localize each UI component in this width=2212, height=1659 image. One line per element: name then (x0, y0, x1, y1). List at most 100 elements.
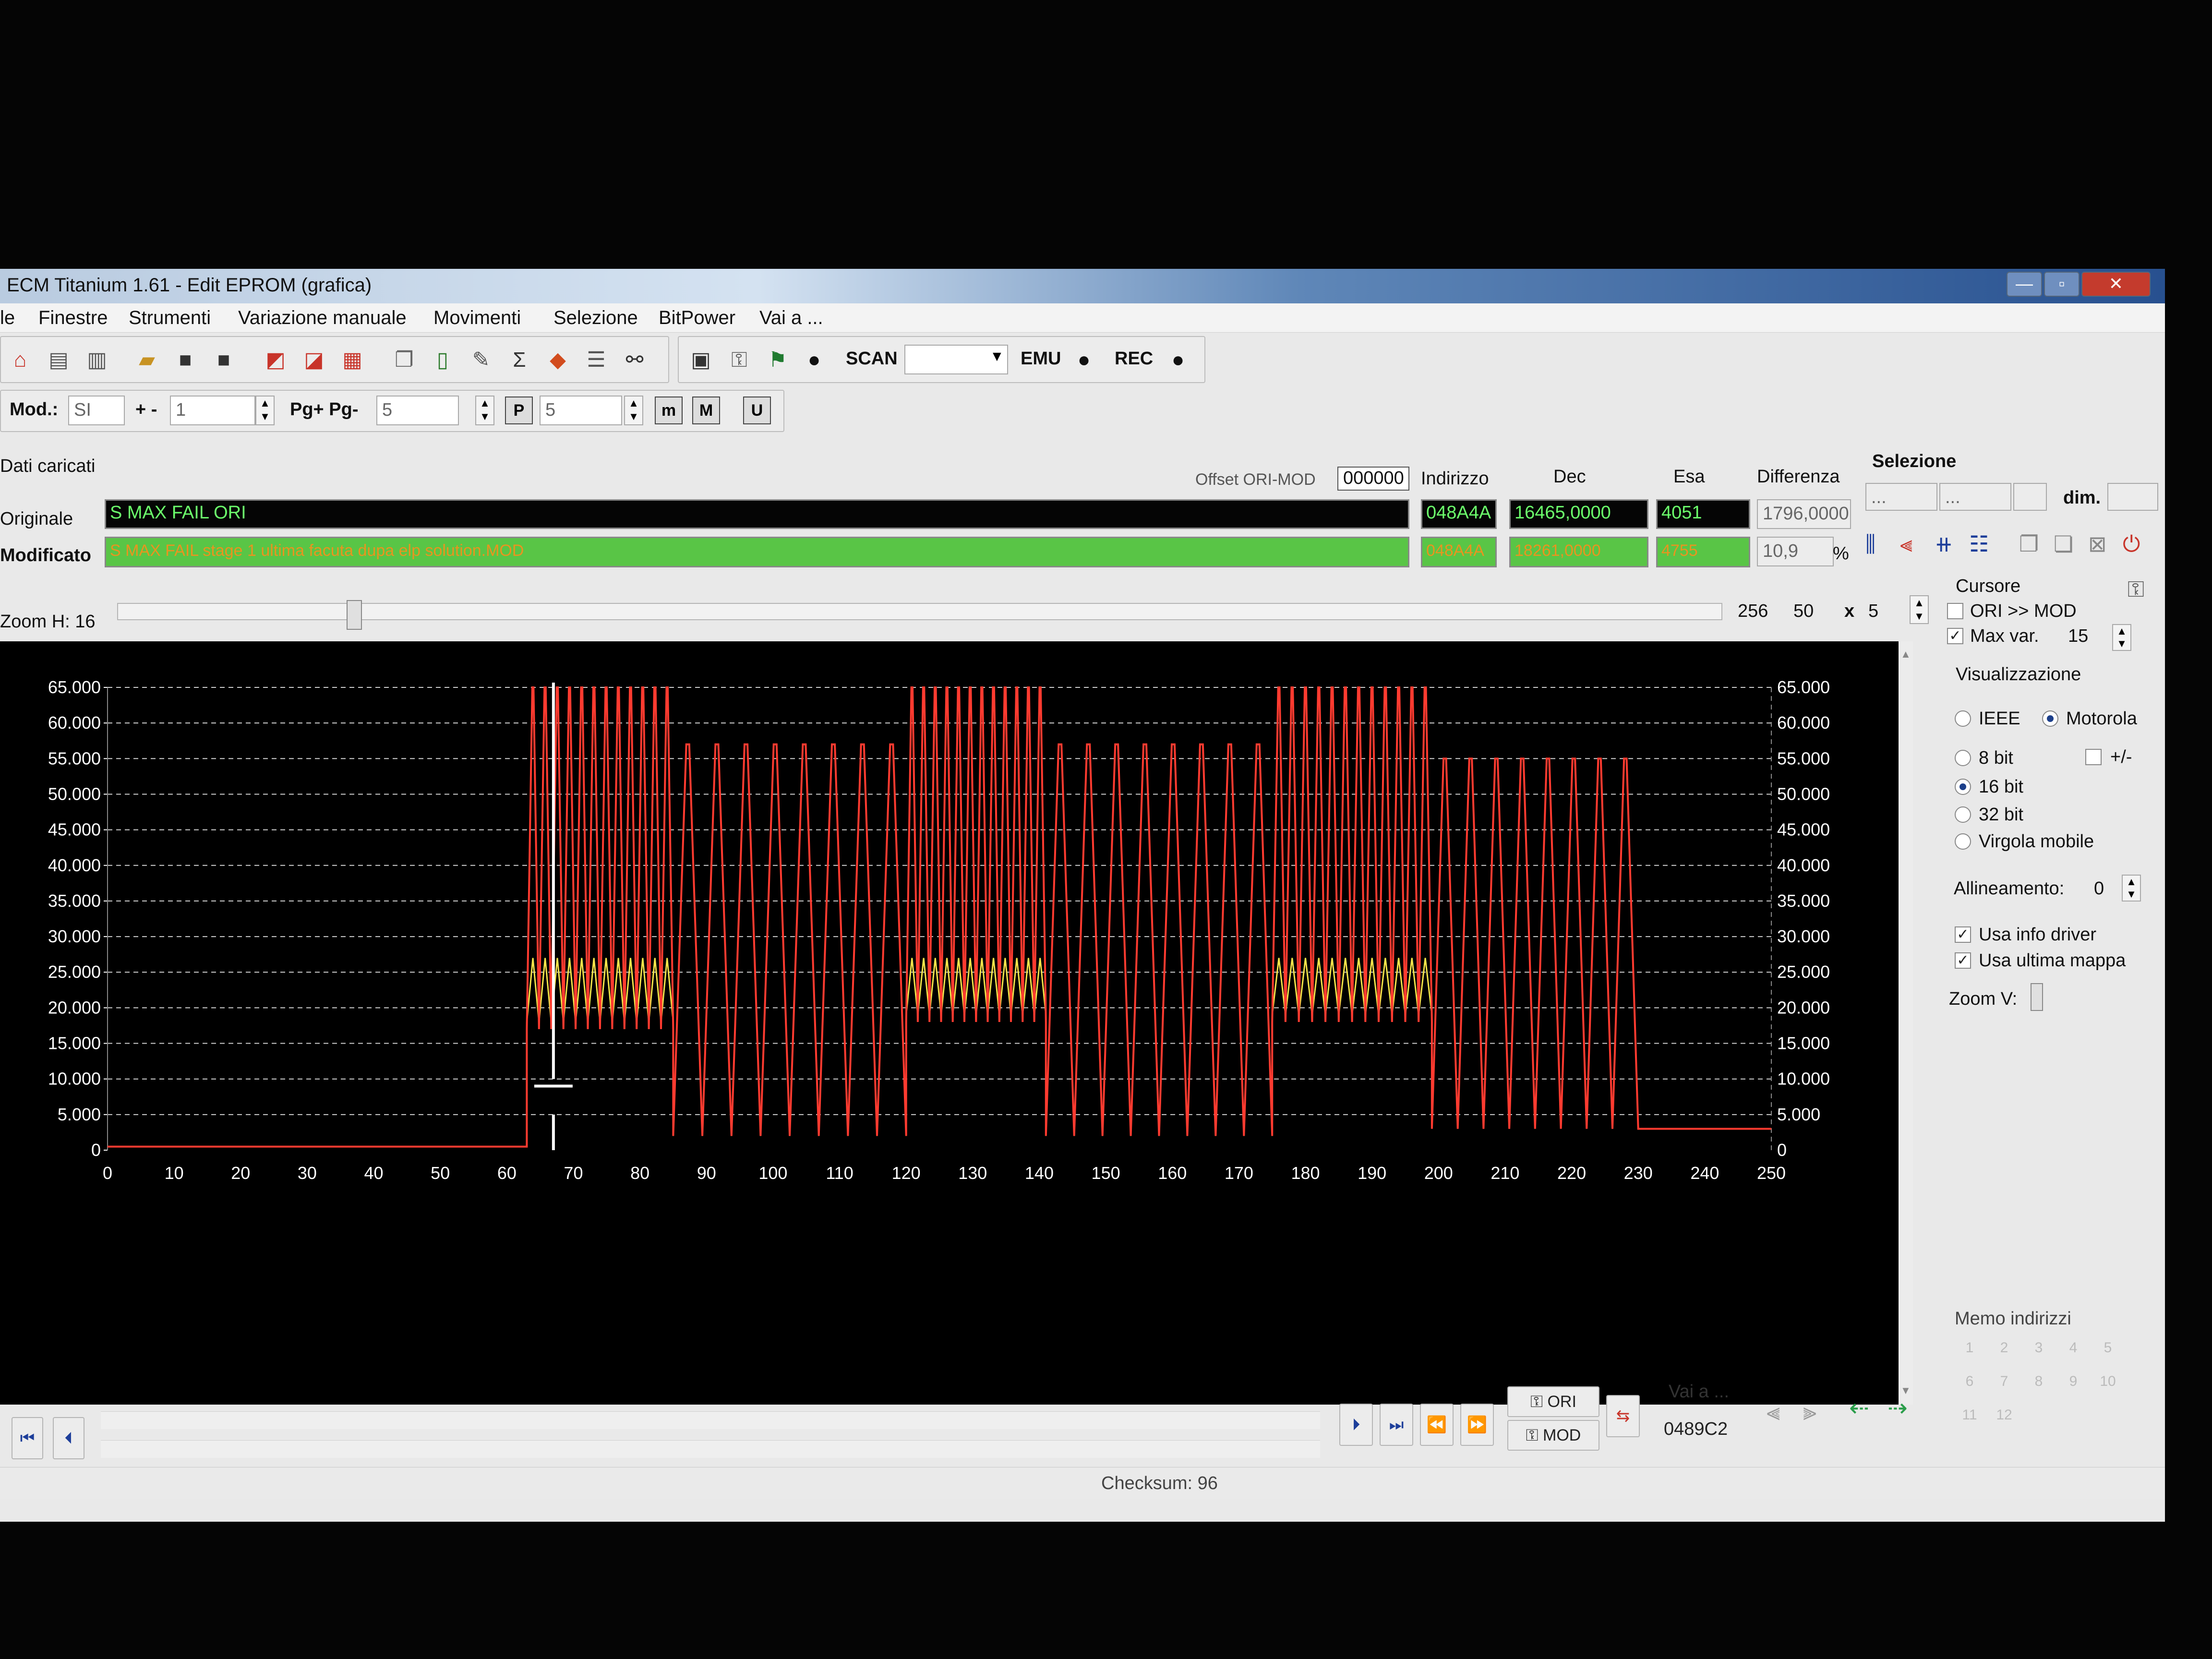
select-range-icon[interactable]: ⫼ (1865, 531, 1875, 558)
rec-dot-icon[interactable]: ● (1166, 348, 1190, 373)
select-equal-icon[interactable]: ☷ (1969, 531, 1989, 557)
last-page-button[interactable]: ⏭ (1380, 1404, 1413, 1446)
select-left-icon[interactable]: ⫷ (1900, 531, 1912, 558)
horizontal-scrollbar-2[interactable] (101, 1440, 1320, 1458)
zoom-h-slider-thumb[interactable] (347, 600, 362, 630)
memo-button-10[interactable]: 10 (2093, 1368, 2123, 1395)
window-icon[interactable]: ▥ (84, 348, 109, 373)
memo-button-6[interactable]: 6 (1955, 1368, 1984, 1395)
menu-variazione-manuale[interactable]: Variazione manuale (238, 307, 407, 329)
bit16-radio[interactable] (1955, 779, 1971, 795)
binoculars-icon[interactable]: ⚯ (622, 348, 647, 373)
menu-file[interactable]: le (0, 307, 15, 329)
menu-selezione[interactable]: Selezione (553, 307, 638, 329)
chip-icon[interactable]: ▣ (688, 348, 713, 373)
sum-icon[interactable]: Σ (507, 348, 532, 373)
mark-right-icon[interactable]: ⇢ (1887, 1394, 1908, 1422)
copy-selection-icon[interactable]: ❐ (2019, 531, 2039, 557)
play-button[interactable]: ⏵ (1339, 1404, 1373, 1446)
save-as-icon[interactable]: ■ (211, 348, 236, 373)
select-plus-icon[interactable]: ⧺ (1935, 531, 1953, 557)
colors-icon[interactable]: ◆ (545, 348, 570, 373)
memo-button-12[interactable]: 12 (1989, 1402, 2019, 1429)
zoom-v-slider-thumb[interactable] (2031, 983, 2043, 1011)
u-button[interactable]: U (743, 397, 771, 424)
memo-button-3[interactable]: 3 (2024, 1334, 2054, 1361)
chart-area[interactable]: 0 5.000 10.000 15.000 20.000 25.000 30.000 35.0… (0, 641, 1899, 1405)
minimize-button[interactable]: — (2007, 272, 2042, 297)
menu-bitpower[interactable]: BitPower (659, 307, 735, 329)
menu-finestre[interactable]: Finestre (38, 307, 108, 329)
step-forward-button[interactable]: ⏩ (1460, 1404, 1494, 1446)
selezione-start-field[interactable]: ... (1865, 483, 1937, 511)
ori-mod-checkbox[interactable] (1947, 603, 1963, 619)
p-button[interactable]: P (505, 397, 533, 424)
memo-button-7[interactable]: 7 (1989, 1368, 2019, 1395)
ori-dec-field[interactable]: 16465,0000 (1509, 499, 1648, 529)
bit32-radio[interactable] (1955, 806, 1971, 823)
m-lower-button[interactable]: m (655, 397, 683, 424)
maximize-button[interactable]: ▫ (2044, 272, 2080, 297)
bit8-radio[interactable] (1955, 750, 1971, 766)
goto-right-icon[interactable]: ⫸ (1803, 1398, 1816, 1426)
memo-button-2[interactable]: 2 (1989, 1334, 2019, 1361)
clear-selection-icon[interactable]: ⊠ (2088, 531, 2107, 557)
modificato-file-field[interactable]: S MAX FAIL stage 1 ultima facuta dupa el… (105, 537, 1409, 567)
lock-icon[interactable]: ⚿ (727, 348, 752, 373)
copy-icon[interactable]: ❐ (392, 348, 417, 373)
pg-field[interactable]: 5 (376, 396, 459, 425)
mod-button[interactable]: ⚿ MOD (1507, 1420, 1599, 1451)
menu-strumenti[interactable]: Strumenti (129, 307, 211, 329)
memo-button-4[interactable]: 4 (2058, 1334, 2088, 1361)
plusminus-field[interactable]: 1 (170, 396, 255, 425)
horizontal-scrollbar-1[interactable] (101, 1411, 1320, 1429)
max-var-value[interactable]: 15 (2068, 626, 2088, 647)
compare-icon[interactable]: ◩ (263, 348, 288, 373)
mod-indirizzo-field[interactable]: 048A4A (1421, 537, 1497, 567)
power-icon[interactable]: ⏻ (2123, 531, 2140, 558)
motorola-radio[interactable] (2042, 710, 2058, 727)
eprom-line-chart[interactable]: 0 5.000 10.000 15.000 20.000 25.000 30.000 35.0… (0, 641, 1899, 1405)
usa-info-driver-checkbox[interactable]: ✓ (1955, 926, 1971, 943)
edit-icon[interactable]: ✎ (469, 348, 493, 373)
offset-field[interactable]: 000000 (1337, 467, 1409, 491)
max-var-stepper[interactable]: ▲ ▼ (2112, 624, 2131, 651)
virgola-mobile-radio[interactable] (1955, 833, 1971, 850)
mod-dec-field[interactable]: 18261,0000 (1509, 537, 1648, 567)
ieee-radio[interactable] (1955, 710, 1971, 727)
diff-icon[interactable]: ◪ (301, 348, 326, 373)
signed-checkbox[interactable] (2085, 749, 2102, 765)
ori-button[interactable]: ⚿ ORI (1507, 1386, 1599, 1417)
close-button[interactable]: ✕ (2081, 272, 2151, 297)
originale-file-field[interactable]: S MAX FAIL ORI (105, 499, 1409, 529)
goto-left-icon[interactable]: ⫷ (1767, 1398, 1780, 1426)
mod-field[interactable]: SI (68, 396, 125, 425)
p-stepper[interactable]: ▲ ▼ (624, 396, 643, 425)
plusminus-stepper[interactable]: ▲ ▼ (255, 396, 275, 425)
lock-icon-cursore[interactable]: ⚿ (2128, 576, 2144, 603)
pg-stepper[interactable]: ▲ ▼ (475, 396, 494, 425)
selezione-end-field[interactable]: ... (1939, 483, 2011, 511)
scroll-up-icon[interactable]: ▲ (1900, 648, 1911, 661)
m-upper-button[interactable]: M (692, 397, 720, 424)
memo-button-8[interactable]: 8 (2024, 1368, 2054, 1395)
dim-field[interactable] (2107, 483, 2158, 511)
zoom-stepper[interactable]: ▲ ▼ (1910, 595, 1929, 624)
home-icon[interactable]: ⌂ (8, 348, 33, 373)
p-field[interactable]: 5 (540, 396, 622, 425)
folder-icon[interactable]: ▰ (134, 348, 159, 373)
allineamento-stepper[interactable]: ▲ ▼ (2122, 875, 2141, 902)
record-dot-icon[interactable]: ● (802, 348, 827, 373)
usa-ultima-mappa-checkbox[interactable]: ✓ (1955, 952, 1971, 969)
max-var-checkbox[interactable]: ✓ (1947, 628, 1963, 644)
emu-dot-icon[interactable]: ● (1071, 348, 1096, 373)
ori-indirizzo-field[interactable]: 048A4A (1421, 499, 1497, 529)
memo-button-9[interactable]: 9 (2058, 1368, 2088, 1395)
step-back-button[interactable]: ⏪ (1420, 1404, 1454, 1446)
windows-icon[interactable]: ▤ (46, 348, 71, 373)
chart-vertical-scrollbar[interactable]: ▲ ▼ (1899, 641, 1913, 1405)
menu-vai-a[interactable]: Vai a ... (759, 307, 823, 329)
paste-selection-icon[interactable]: ❏ (2054, 531, 2073, 557)
prev-step-button[interactable]: ⏴ (53, 1417, 84, 1459)
ori-esa-field[interactable]: 4051 (1656, 499, 1750, 529)
